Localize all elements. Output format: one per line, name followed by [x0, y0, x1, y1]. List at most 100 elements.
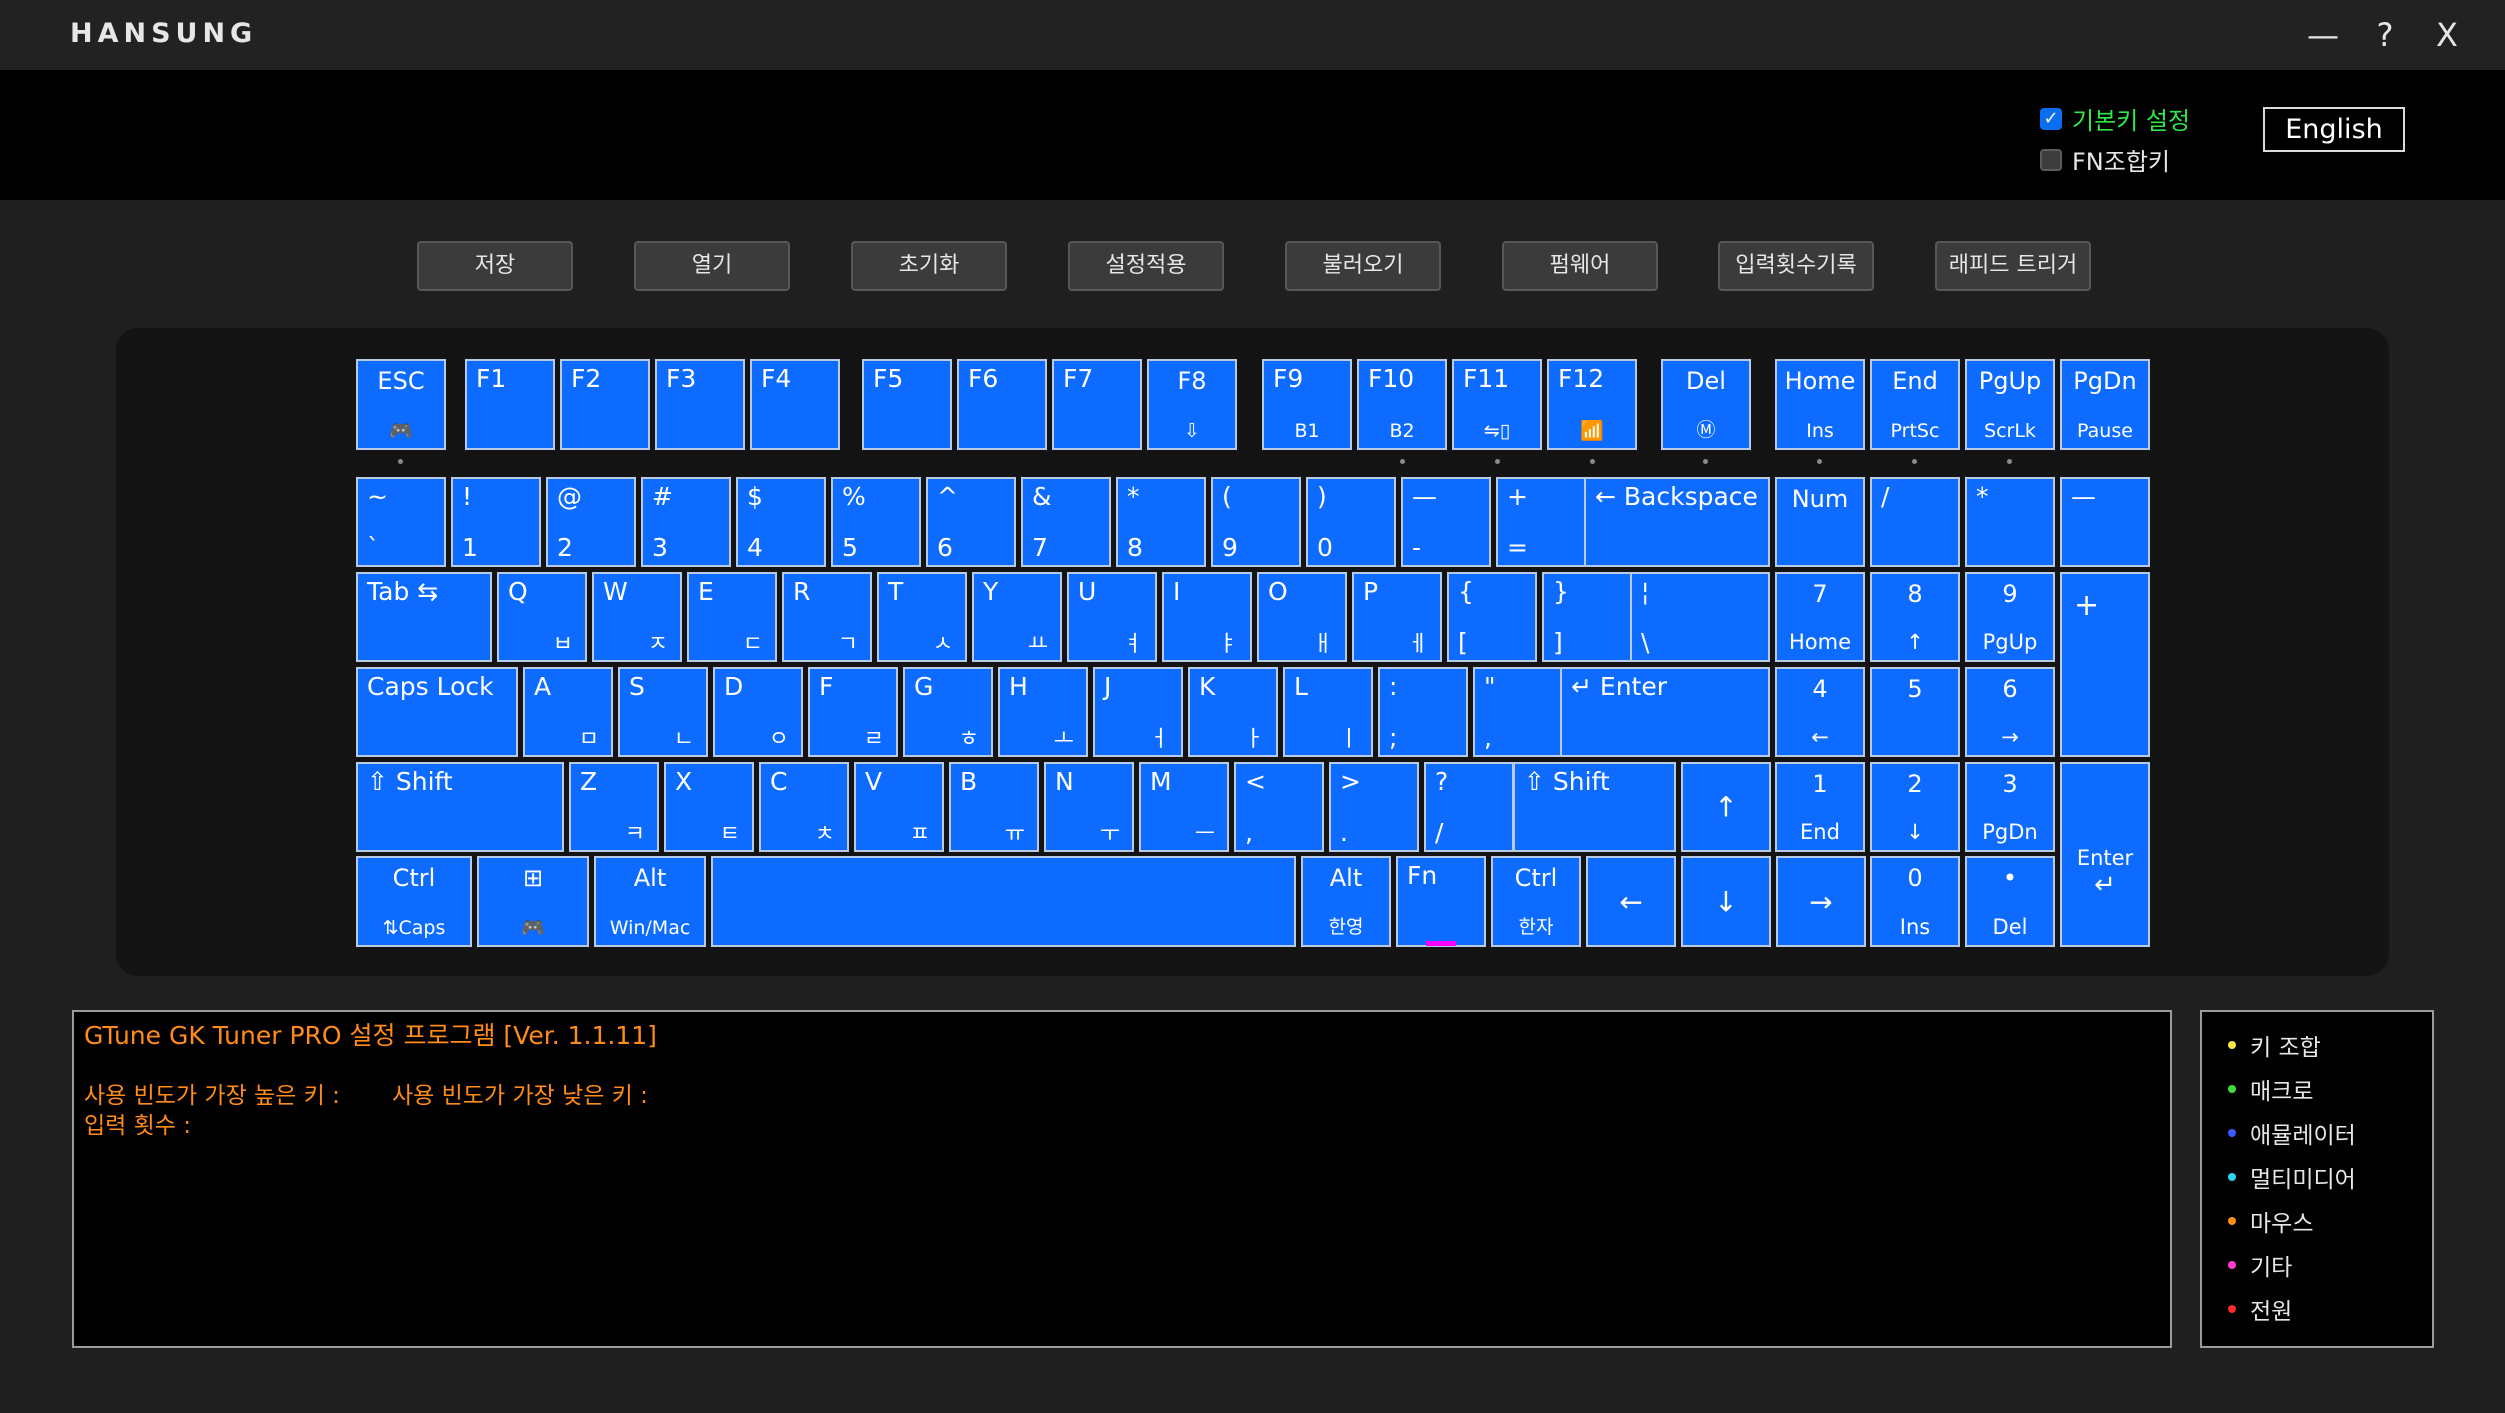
key-f[interactable]: Fㄹ	[808, 667, 898, 757]
key-pgup[interactable]: PgUp ScrLk	[1965, 359, 2055, 450]
key-s[interactable]: Sㄴ	[618, 667, 708, 757]
key-c[interactable]: Cㅊ	[759, 762, 849, 852]
fn-combo-checkbox[interactable]: FN조합키	[2040, 142, 2170, 177]
key-np8[interactable]: 8 ↑	[1870, 572, 1960, 662]
key-n9[interactable]: (9	[1211, 477, 1301, 567]
key-home[interactable]: Home Ins	[1775, 359, 1865, 450]
key-f6[interactable]: F6	[957, 359, 1047, 450]
key-t[interactable]: Tㅅ	[877, 572, 967, 662]
key-n8[interactable]: * 8	[1116, 477, 1206, 567]
key-z[interactable]: Zㅋ	[569, 762, 659, 852]
key-n6[interactable]: ^ 6	[926, 477, 1016, 567]
key-slash[interactable]: ? /	[1424, 762, 1514, 852]
key-np_enter[interactable]: Enter ↵	[2060, 762, 2150, 947]
reset-button[interactable]: 초기화	[851, 241, 1007, 291]
key-g[interactable]: Gㅎ	[903, 667, 993, 757]
key-semicolon[interactable]: :;	[1378, 667, 1468, 757]
key-e[interactable]: Eㄷ	[687, 572, 777, 662]
key-enter[interactable]: ↵ Enter	[1560, 667, 1770, 757]
key-esc[interactable]: ESC 🎮	[356, 359, 446, 450]
key-f12[interactable]: F12 📶	[1547, 359, 1637, 450]
key-rctrl[interactable]: Ctrl 한자	[1491, 856, 1581, 947]
close-button[interactable]: X	[2422, 12, 2472, 58]
key-np4[interactable]: 4 ←	[1775, 667, 1865, 757]
key-fn[interactable]: Fn	[1396, 856, 1486, 947]
key-lalt[interactable]: Alt Win/Mac	[594, 856, 706, 947]
key-np9[interactable]: 9 PgUp	[1965, 572, 2055, 662]
key-tilde[interactable]: ~ `	[356, 477, 446, 567]
key-l[interactable]: Lㅣ	[1283, 667, 1373, 757]
key-h[interactable]: Hㅗ	[998, 667, 1088, 757]
key-space[interactable]	[711, 856, 1296, 947]
key-f4[interactable]: F4	[750, 359, 840, 450]
input-count-record-button[interactable]: 입력횟수기록	[1718, 241, 1874, 291]
key-rbrace[interactable]: }]	[1542, 572, 1632, 662]
key-f10[interactable]: F10 B2	[1357, 359, 1447, 450]
key-n[interactable]: Nㅜ	[1044, 762, 1134, 852]
key-win[interactable]: ⊞ 🎮	[477, 856, 589, 947]
key-k[interactable]: Kㅏ	[1188, 667, 1278, 757]
key-f11[interactable]: F11 ⇋▯	[1452, 359, 1542, 450]
key-f7[interactable]: F7	[1052, 359, 1142, 450]
key-n2[interactable]: @2	[546, 477, 636, 567]
key-rshift[interactable]: ⇧ Shift	[1513, 762, 1676, 852]
key-equal[interactable]: + =	[1496, 477, 1586, 567]
key-np_mul[interactable]: *	[1965, 477, 2055, 567]
key-o[interactable]: Oㅐ	[1257, 572, 1347, 662]
key-down[interactable]: ↓	[1681, 856, 1771, 947]
key-u[interactable]: Uㅕ	[1067, 572, 1157, 662]
key-backslash[interactable]: ¦ \	[1630, 572, 1770, 662]
key-up[interactable]: ↑	[1681, 762, 1771, 852]
key-i[interactable]: Iㅑ	[1162, 572, 1252, 662]
key-a[interactable]: Aㅁ	[523, 667, 613, 757]
key-end[interactable]: End PrtSc	[1870, 359, 1960, 450]
key-minus[interactable]: — -	[1401, 477, 1491, 567]
key-np6[interactable]: 6 →	[1965, 667, 2055, 757]
key-np_plus[interactable]: +	[2060, 572, 2150, 757]
key-j[interactable]: Jㅓ	[1093, 667, 1183, 757]
key-quote[interactable]: ",	[1473, 667, 1563, 757]
key-f9[interactable]: F9 B1	[1262, 359, 1352, 450]
key-pgdn[interactable]: PgDn Pause	[2060, 359, 2150, 450]
rapid-trigger-button[interactable]: 래피드 트리거	[1935, 241, 2091, 291]
key-r[interactable]: Rㄱ	[782, 572, 872, 662]
key-np5[interactable]: 5	[1870, 667, 1960, 757]
apply-settings-button[interactable]: 설정적용	[1068, 241, 1224, 291]
key-f2[interactable]: F2	[560, 359, 650, 450]
key-lctrl[interactable]: Ctrl ⇅Caps	[356, 856, 472, 947]
key-m[interactable]: Mㅡ	[1139, 762, 1229, 852]
key-np7[interactable]: 7 Home	[1775, 572, 1865, 662]
language-button[interactable]: English	[2263, 107, 2405, 152]
key-d[interactable]: Dㅇ	[713, 667, 803, 757]
save-button[interactable]: 저장	[417, 241, 573, 291]
key-np1[interactable]: 1 End	[1775, 762, 1865, 852]
minimize-button[interactable]: —	[2298, 12, 2348, 58]
key-v[interactable]: Vㅍ	[854, 762, 944, 852]
key-np_div[interactable]: /	[1870, 477, 1960, 567]
key-y[interactable]: Yㅛ	[972, 572, 1062, 662]
help-button[interactable]: ?	[2360, 12, 2410, 58]
key-lshift[interactable]: ⇧ Shift	[356, 762, 564, 852]
basic-key-checkbox[interactable]: ✓ 기본키 설정	[2040, 101, 2190, 136]
key-lbrace[interactable]: {[	[1447, 572, 1537, 662]
key-right[interactable]: →	[1776, 856, 1866, 947]
key-numlock[interactable]: Num	[1775, 477, 1865, 567]
key-tab[interactable]: Tab ⇆	[356, 572, 492, 662]
key-q[interactable]: Qㅂ	[497, 572, 587, 662]
key-w[interactable]: Wㅈ	[592, 572, 682, 662]
key-p[interactable]: Pㅔ	[1352, 572, 1442, 662]
key-n7[interactable]: & 7	[1021, 477, 1111, 567]
key-del[interactable]: Del Ⓜ	[1661, 359, 1751, 450]
key-n0[interactable]: ) 0	[1306, 477, 1396, 567]
key-np3[interactable]: 3 PgDn	[1965, 762, 2055, 852]
key-comma[interactable]: <,	[1234, 762, 1324, 852]
key-n5[interactable]: % 5	[831, 477, 921, 567]
key-np_dot[interactable]: • Del	[1965, 856, 2055, 947]
key-x[interactable]: Xㅌ	[664, 762, 754, 852]
key-n3[interactable]: #3	[641, 477, 731, 567]
open-button[interactable]: 열기	[634, 241, 790, 291]
firmware-button[interactable]: 펌웨어	[1502, 241, 1658, 291]
key-f3[interactable]: F3	[655, 359, 745, 450]
key-left[interactable]: ←	[1586, 856, 1676, 947]
key-f1[interactable]: F1	[465, 359, 555, 450]
